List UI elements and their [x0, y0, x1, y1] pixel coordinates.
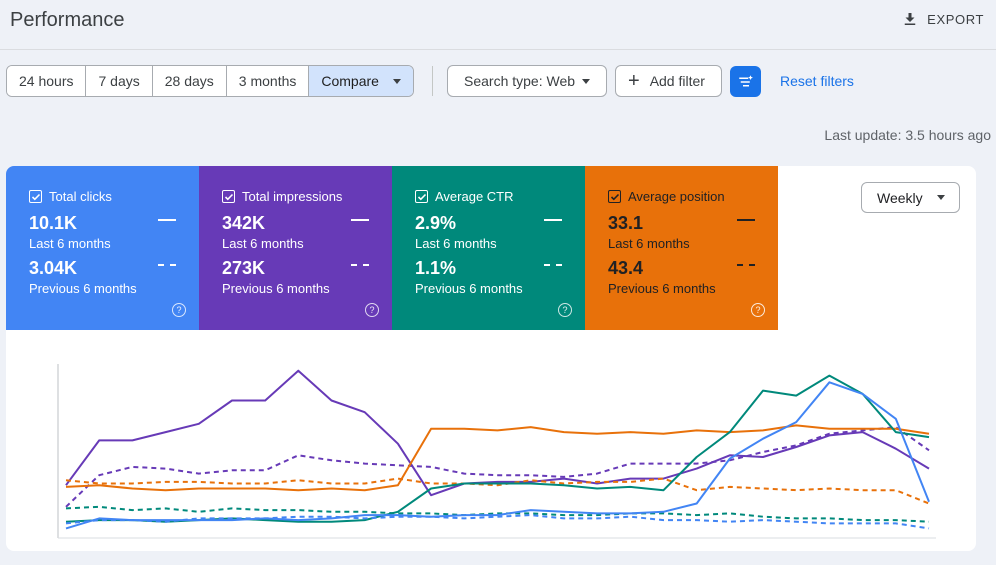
- last-update-text: Last update: 3.5 hours ago: [824, 127, 991, 143]
- export-label: EXPORT: [927, 11, 984, 27]
- metric-header: Average CTR: [415, 189, 514, 204]
- metric-value-previous: 1.1%: [415, 258, 457, 278]
- export-button[interactable]: EXPORT: [901, 10, 984, 28]
- download-icon: [904, 13, 916, 25]
- caret-down-icon: [392, 78, 401, 84]
- solid-line-legend-icon: [544, 219, 562, 221]
- page-title: Performance: [10, 9, 125, 31]
- range-3-months[interactable]: 3 months: [226, 66, 310, 96]
- metric-title: Average CTR: [435, 189, 514, 204]
- date-range-selector: 24 hours 7 days 28 days 3 months Compare: [6, 65, 414, 97]
- solid-line-legend-icon: [737, 219, 755, 221]
- metric-header: Average position: [608, 189, 725, 204]
- dashed-line-legend-icon: [158, 264, 176, 266]
- metric-value-current: 10.1K: [29, 213, 78, 233]
- series-line-4: [65, 374, 930, 523]
- caret-down-icon: [582, 78, 590, 84]
- performance-card: Total clicks 10.1K Last 6 months 3.04K P…: [6, 166, 976, 551]
- metric-label-previous: Previous 6 months: [415, 281, 523, 296]
- metric-card-average-ctr[interactable]: Average CTR 2.9% Last 6 months 1.1% Prev…: [392, 166, 585, 330]
- metric-title: Total clicks: [49, 189, 112, 204]
- metric-label-previous: Previous 6 months: [608, 281, 716, 296]
- help-circle-icon[interactable]: ?: [365, 303, 379, 317]
- metric-value-previous: 43.4: [608, 258, 644, 278]
- help-circle-icon[interactable]: ?: [172, 303, 186, 317]
- granularity-dropdown[interactable]: Weekly: [861, 182, 960, 213]
- add-filter-button[interactable]: + Add filter: [615, 65, 722, 97]
- metric-label-current: Last 6 months: [415, 236, 497, 251]
- toolbar-divider: [432, 66, 433, 96]
- add-filter-label: Add filter: [649, 73, 705, 89]
- metric-title: Average position: [628, 189, 725, 204]
- series-line-0: [65, 369, 930, 497]
- metric-value-previous: 273K: [222, 258, 266, 278]
- metric-label-current: Last 6 months: [222, 236, 304, 251]
- metric-label-current: Last 6 months: [608, 236, 690, 251]
- metric-header: Total impressions: [222, 189, 342, 204]
- metric-value-previous: 3.04K: [29, 258, 78, 278]
- plus-icon: +: [628, 70, 640, 92]
- search-type-label: Search type: Web: [464, 73, 576, 89]
- metric-title: Total impressions: [242, 189, 343, 204]
- search-type-dropdown[interactable]: Search type: Web: [447, 65, 607, 97]
- range-28-days[interactable]: 28 days: [152, 66, 227, 96]
- series-line-2: [65, 424, 930, 492]
- metric-label-previous: Previous 6 months: [29, 281, 137, 296]
- compare-dropdown[interactable]: Compare: [309, 66, 413, 96]
- metric-card-total-clicks[interactable]: Total clicks 10.1K Last 6 months 3.04K P…: [6, 166, 199, 330]
- help-circle-icon[interactable]: ?: [751, 303, 765, 317]
- performance-line-chart: [57, 364, 936, 539]
- metric-label-previous: Previous 6 months: [222, 281, 330, 296]
- checkbox-checked-icon[interactable]: [222, 190, 235, 203]
- granularity-label: Weekly: [877, 189, 923, 206]
- range-7-days[interactable]: 7 days: [86, 66, 153, 96]
- checkbox-checked-icon[interactable]: [608, 190, 621, 203]
- compare-label: Compare: [321, 73, 379, 89]
- metric-value-current: 2.9%: [415, 213, 457, 233]
- dashed-line-legend-icon: [737, 264, 755, 266]
- metric-value-current: 342K: [222, 213, 266, 233]
- filter-settings-button[interactable]: [730, 66, 761, 97]
- series-line-1: [65, 426, 930, 508]
- reset-filters-link[interactable]: Reset filters: [780, 73, 854, 89]
- filter-sort-icon: [738, 74, 753, 86]
- range-24-hours[interactable]: 24 hours: [7, 66, 87, 96]
- top-bar: Performance EXPORT: [0, 0, 996, 50]
- metric-card-average-position[interactable]: Average position 33.1 Last 6 months 43.4…: [585, 166, 778, 330]
- metric-label-current: Last 6 months: [29, 236, 111, 251]
- dashed-line-legend-icon: [544, 264, 562, 266]
- series-line-7: [65, 514, 930, 530]
- series-line-6: [65, 381, 930, 530]
- metric-header: Total clicks: [29, 189, 112, 204]
- help-circle-icon[interactable]: ?: [558, 303, 572, 317]
- solid-line-legend-icon: [158, 219, 176, 221]
- metric-card-total-impressions[interactable]: Total impressions 342K Last 6 months 273…: [199, 166, 392, 330]
- checkbox-checked-icon[interactable]: [415, 190, 428, 203]
- metric-value-current: 33.1: [608, 213, 644, 233]
- checkbox-checked-icon[interactable]: [29, 190, 42, 203]
- dashed-line-legend-icon: [351, 264, 369, 266]
- caret-down-icon: [937, 195, 945, 200]
- solid-line-legend-icon: [351, 219, 369, 221]
